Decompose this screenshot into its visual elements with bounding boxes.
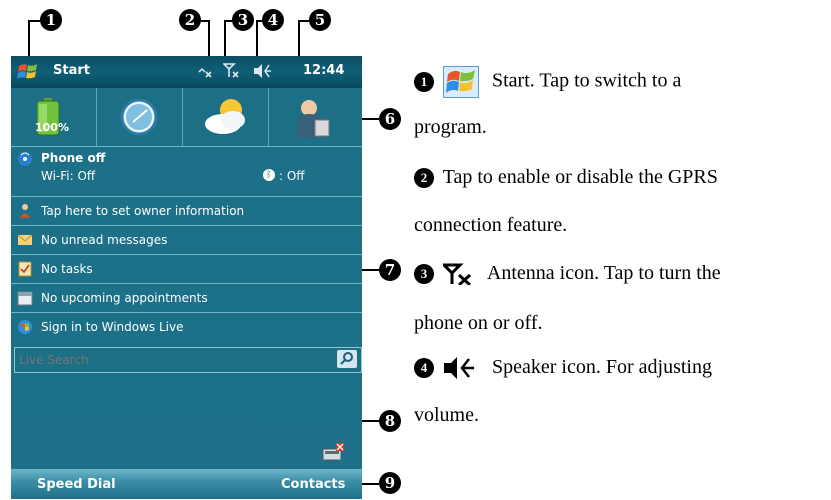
device-screen: Start 12:44 100% Phone off Wi-Fi: Off ᛒ … [11,56,362,499]
windows-start-icon[interactable] [17,62,39,82]
live-search-input[interactable] [17,350,321,370]
callout-line-1-v [28,20,30,60]
description-item-1: 1 Start. Tap to switch to a [414,66,681,98]
battery-icon [36,98,60,136]
messages-row[interactable]: No unread messages [11,227,362,253]
appointments-row[interactable]: No upcoming appointments [11,285,362,311]
live-search-box [14,347,362,373]
antenna-icon [440,263,472,287]
title-bar: Start 12:44 [11,56,362,88]
callout-marker-4: 4 [262,9,284,31]
clock-launcher[interactable] [97,88,183,146]
speaker-icon [444,357,474,380]
battery-percent: 100% [35,121,69,134]
search-icon [340,352,353,365]
item-1-text-2: program. [414,116,487,138]
owner-info-text: Tap here to set owner information [41,204,245,218]
tasks-text: No tasks [41,262,93,276]
callout-marker-5: 5 [309,9,331,31]
gprs-icon[interactable] [197,63,213,83]
windows-live-row[interactable]: Sign in to Windows Live [11,314,362,340]
start-label[interactable]: Start [53,63,90,78]
item-3-text: Antenna icon. Tap to turn the [486,262,721,284]
row-divider [11,225,362,226]
bluetooth-status: : Off [279,169,305,183]
item-3-number: 3 [414,264,434,285]
description-item-2-cont: connection feature. [414,214,567,237]
owner-icon [20,204,30,218]
item-1-number: 1 [414,72,434,92]
contact-icon [297,100,330,138]
callout-marker-7: 7 [379,259,401,281]
windows-live-icon [18,320,32,334]
item-4-text: Speaker icon. For adjusting [492,356,712,378]
speaker-icon[interactable] [253,63,273,83]
windows-start-icon [443,66,479,98]
owner-info-row[interactable]: Tap here to set owner information [11,198,362,224]
tasks-row[interactable]: No tasks [11,256,362,282]
item-2-text-2: connection feature. [414,214,568,236]
row-divider [11,254,362,255]
windows-live-text: Sign in to Windows Live [41,320,184,334]
callout-line-4-v [256,20,258,60]
weather-launcher[interactable] [183,88,269,146]
wifi-status: Wi-Fi: Off [41,169,96,183]
speed-dial-softkey[interactable]: Speed Dial [37,477,116,492]
callout-marker-6: 6 [379,108,401,130]
phone-status-row[interactable]: Phone off Wi-Fi: Off ᛒ : Off [11,147,362,191]
appointments-text: No upcoming appointments [41,291,208,305]
callout-marker-8: 8 [379,410,401,432]
description-item-3: 3 Antenna icon. Tap to turn the [414,262,721,287]
item-2-text: Tap to enable or disable the GPRS [442,166,718,188]
search-button[interactable] [337,350,357,368]
wireless-icon [18,152,32,166]
callout-marker-2: 2 [179,9,201,31]
envelope-icon [17,234,33,245]
notification-tray-icon[interactable] [321,442,345,462]
clock-icon [120,98,158,136]
callout-line-3-v [224,20,226,60]
item-2-number: 2 [414,168,434,189]
item-3-text-2: phone on or off. [414,312,543,334]
item-1-text: Start. Tap to switch to a [492,69,682,92]
antenna-icon[interactable] [222,63,241,83]
callout-marker-9: 9 [379,472,401,494]
tasks-icon [18,261,32,277]
contacts-softkey[interactable]: Contacts [281,477,345,492]
description-item-4-cont: volume. [414,404,479,427]
item-4-number: 4 [414,358,434,379]
description-item-4: 4 Speaker icon. For adjusting [414,356,712,380]
callout-line-2-v [208,20,210,60]
callout-line-5-v [298,20,300,60]
battery-launcher[interactable]: 100% [11,88,97,146]
description-item-2: 2 Tap to enable or disable the GPRS [414,166,718,189]
callout-marker-1: 1 [40,9,62,31]
row-divider [11,196,362,197]
weather-icon [205,99,245,134]
item-4-text-2: volume. [414,404,479,426]
contacts-launcher[interactable] [269,88,354,146]
program-tray-icon [322,443,344,461]
messages-text: No unread messages [41,233,168,247]
description-item-3-cont: phone on or off. [414,312,543,335]
calendar-icon [17,291,33,306]
quick-launch-bar: 100% [11,88,362,146]
callout-marker-3: 3 [232,9,254,31]
row-divider [11,283,362,284]
soft-key-bar: Speed Dial Contacts [11,469,362,499]
clock[interactable]: 12:44 [303,63,344,78]
phone-title: Phone off [41,151,106,165]
description-item-1-cont: program. [414,116,487,139]
bluetooth-icon: ᛒ [263,169,275,181]
row-divider [11,312,362,313]
